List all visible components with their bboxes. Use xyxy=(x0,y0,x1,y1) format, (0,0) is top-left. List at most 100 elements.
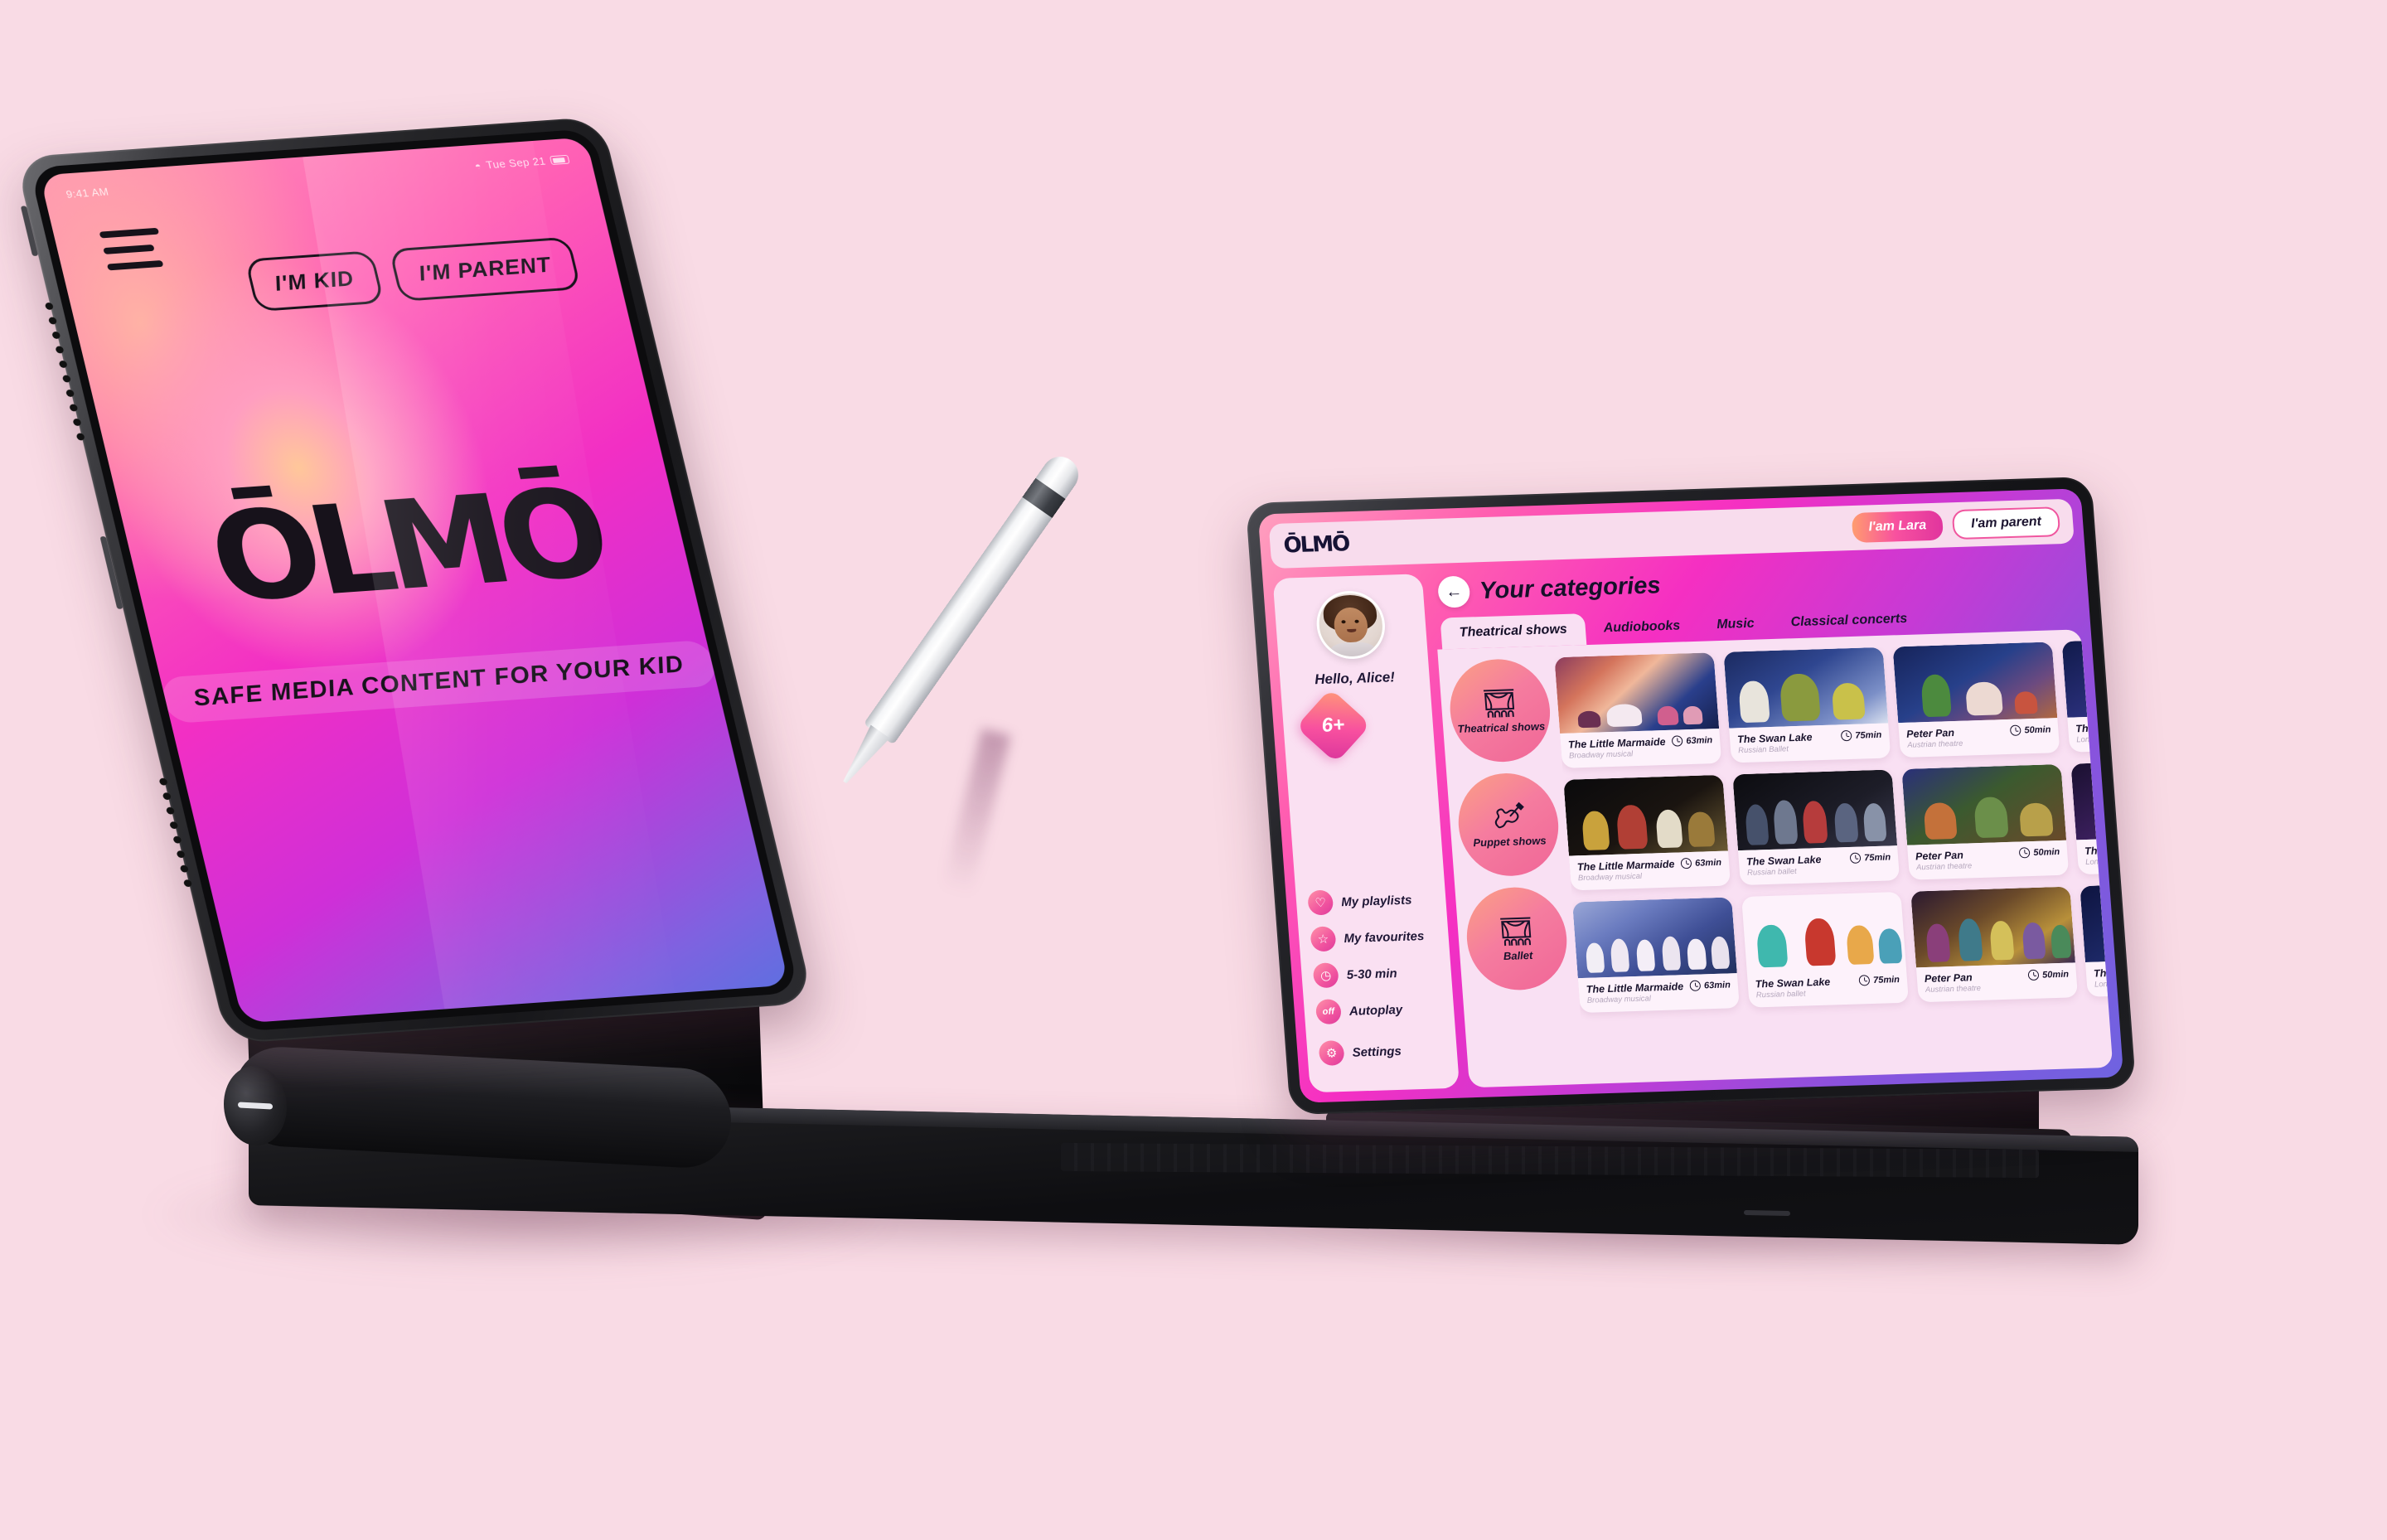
card-thumbnail xyxy=(2080,881,2113,962)
pencil-body xyxy=(863,449,1086,745)
media-card[interactable]: The Little Marmaide Broadway musical 63m… xyxy=(1554,652,1722,768)
mockup-stage: 9:41 AM ◓ Tue Sep 21 I'M KID I'M PARENT xyxy=(0,0,2387,1540)
category-theatrical-shows[interactable]: Theatrical shows xyxy=(1446,657,1554,763)
greeting-text: Hello, Alice! xyxy=(1314,669,1396,688)
sidebar-item-label: My playlists xyxy=(1340,893,1412,909)
im-parent-button[interactable]: I'am parent xyxy=(1951,506,2061,540)
im-lara-button[interactable]: I'am Lara xyxy=(1851,510,1944,543)
card-subtitle: Austrian theatre xyxy=(1906,739,1963,750)
clock-icon xyxy=(1858,975,1871,986)
card-subtitle: Russian Ballet xyxy=(1737,744,1789,756)
clock-icon xyxy=(1840,729,1852,742)
media-card[interactable]: The Swan Lake Russian ballet 75min xyxy=(1741,891,1909,1008)
category-puppet-shows[interactable]: Puppet shows xyxy=(1455,772,1562,878)
age-rating-label: 6+ xyxy=(1320,714,1346,737)
tab-audiobooks[interactable]: Audiobooks xyxy=(1584,610,1699,645)
card-subtitle: Austrian theatre xyxy=(1925,983,1982,995)
topbar-role-buttons: I'am Lara I'am parent xyxy=(1851,506,2061,543)
card-thumbnail xyxy=(1910,886,2075,968)
sidebar-nav-list: ♡ My playlists ☆ My favourites ◷ 5-30 mi… xyxy=(1307,887,1447,1081)
duration-label: 63min xyxy=(1685,734,1713,746)
card-duration: 75min xyxy=(1840,729,1882,742)
sidebar-item-settings[interactable]: ⚙ Settings xyxy=(1318,1037,1445,1066)
wifi-icon: ◓ xyxy=(473,159,483,172)
duration-label: 63min xyxy=(1703,979,1731,990)
right-tablet-screen: ŌLMŌ I'am Lara I'am parent Hello, Alice!… xyxy=(1257,488,2124,1103)
theater-curtain-icon xyxy=(1497,914,1536,947)
back-arrow-icon[interactable]: ← xyxy=(1436,575,1471,608)
tab-theatrical-shows[interactable]: Theatrical shows xyxy=(1440,613,1587,650)
card-duration: 50min xyxy=(2027,969,2070,981)
duration-label: 75min xyxy=(1872,974,1900,986)
sidebar-item-my-playlists[interactable]: ♡ My playlists xyxy=(1307,887,1435,916)
pencil-shadow xyxy=(942,728,1011,897)
sidebar-item-label: My favourites xyxy=(1343,928,1425,946)
media-card[interactable]: The cu London T xyxy=(2061,641,2113,753)
tagline-banner: SAFE MEDIA CONTENT FOR YOUR KID xyxy=(157,639,720,724)
pencil-band xyxy=(1022,478,1066,519)
sidebar-item-autoplay[interactable]: off Autoplay xyxy=(1315,995,1443,1025)
left-volume-button[interactable] xyxy=(20,206,39,257)
duration-label: 63min xyxy=(1694,857,1722,869)
duration-label: 75min xyxy=(1863,851,1891,863)
main-content: ← Your categories Theatrical shows Audio… xyxy=(1432,554,2113,1088)
clock-icon xyxy=(1849,852,1862,864)
card-thumbnail xyxy=(1892,642,2058,724)
duration-label: 50min xyxy=(2032,846,2060,858)
im-kid-button[interactable]: I'M KID xyxy=(244,250,385,312)
theater-curtain-icon xyxy=(1480,686,1519,719)
card-title: The cu xyxy=(2084,844,2113,858)
card-subtitle: London T xyxy=(2094,979,2113,990)
clock-icon xyxy=(1680,857,1692,869)
media-card[interactable]: Peter Pan Austrian theatre 50min xyxy=(1892,642,2060,758)
card-title: Peter Pan xyxy=(1905,727,1955,740)
media-card[interactable]: The Little Marmaide Broadway musical 63m… xyxy=(1572,897,1740,1014)
avatar[interactable] xyxy=(1314,589,1387,661)
sidebar-item-my-favourites[interactable]: ☆ My favourites xyxy=(1310,923,1437,952)
tab-classical-concerts[interactable]: Classical concerts xyxy=(1771,603,1926,639)
media-card[interactable]: The cu London T xyxy=(2080,881,2113,997)
card-subtitle: Russian ballet xyxy=(1746,866,1798,878)
sidebar-item-label: Autoplay xyxy=(1348,1002,1403,1019)
media-row: The Little Marmaide Broadway musical 63m… xyxy=(1572,881,2113,1014)
card-thumbnail xyxy=(2070,758,2113,840)
tab-music[interactable]: Music xyxy=(1697,608,1774,642)
card-subtitle: London T xyxy=(2084,857,2113,867)
status-date: Tue Sep 21 xyxy=(484,154,547,172)
left-status-bar: 9:41 AM ◓ Tue Sep 21 xyxy=(65,153,570,201)
card-thumbnail xyxy=(1741,892,1906,973)
media-row: The Little Marmaide Broadway musical 63m… xyxy=(1554,641,2113,768)
sidebar-item-duration[interactable]: ◷ 5-30 min xyxy=(1312,959,1440,989)
left-tablet-bezel: 9:41 AM ◓ Tue Sep 21 I'M KID I'M PARENT xyxy=(29,128,800,1032)
card-subtitle: Broadway musical xyxy=(1577,871,1643,884)
card-subtitle: Austrian theatre xyxy=(1915,861,1973,873)
left-tablet-screen: 9:41 AM ◓ Tue Sep 21 I'M KID I'M PARENT xyxy=(39,137,790,1024)
media-card[interactable]: Peter Pan Austrian theatre 50min xyxy=(1910,886,2079,1003)
card-subtitle: London T xyxy=(2075,734,2110,745)
media-row: The Little Marmaide Broadway musical 63m… xyxy=(1563,758,2113,891)
card-title: The cu xyxy=(2093,966,2113,980)
category-list: Theatrical shows Puppet shows Ballet xyxy=(1446,657,1577,1087)
category-ballet[interactable]: Ballet xyxy=(1463,885,1571,992)
card-duration: 63min xyxy=(1689,979,1731,991)
card-thumbnail xyxy=(1901,763,2067,845)
media-card[interactable]: The cu London T xyxy=(2070,758,2113,875)
im-parent-button[interactable]: I'M PARENT xyxy=(388,236,582,302)
card-thumbnail xyxy=(1554,652,1720,734)
card-title: Peter Pan xyxy=(1924,971,1973,986)
star-icon: ☆ xyxy=(1310,926,1337,952)
hamburger-menu-icon[interactable] xyxy=(99,227,167,271)
age-rating-badge: 6+ xyxy=(1295,688,1371,763)
media-card[interactable]: The Swan Lake Russian Ballet 75min xyxy=(1723,647,1891,763)
media-card[interactable]: The Little Marmaide Broadway musical 63m… xyxy=(1563,774,1731,891)
media-card[interactable]: Peter Pan Austrian theatre 50min xyxy=(1901,763,2070,880)
left-tablet: 9:41 AM ◓ Tue Sep 21 I'M KID I'M PARENT xyxy=(14,116,815,1044)
card-title: The Swan Lake xyxy=(1736,731,1813,746)
card-title: Peter Pan xyxy=(1915,849,1964,863)
right-tablet: ŌLMŌ I'am Lara I'am parent Hello, Alice!… xyxy=(1245,476,2137,1116)
media-card[interactable]: The Swan Lake Russian ballet 75min xyxy=(1732,769,1900,886)
off-toggle-icon[interactable]: off xyxy=(1315,999,1343,1025)
clock-icon xyxy=(1671,735,1683,747)
left-tablet-frame: 9:41 AM ◓ Tue Sep 21 I'M KID I'M PARENT xyxy=(14,116,815,1044)
right-tablet-frame: ŌLMŌ I'am Lara I'am parent Hello, Alice!… xyxy=(1245,476,2137,1116)
